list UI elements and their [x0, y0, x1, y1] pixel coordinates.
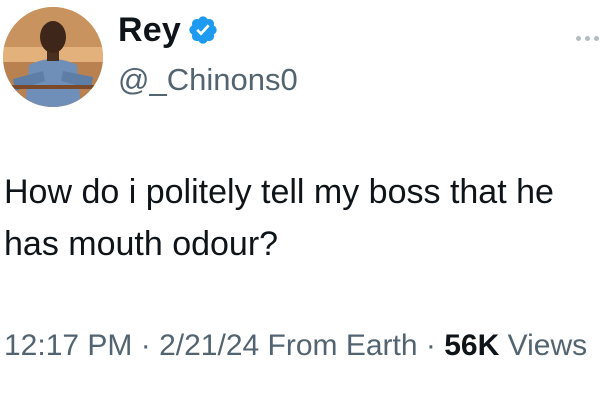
more-options-icon[interactable]	[576, 36, 599, 41]
dot	[585, 36, 590, 41]
dot	[594, 36, 599, 41]
separator: ·	[132, 329, 160, 362]
dot	[576, 36, 581, 41]
tweet-text: How do i politely tell my boss that he h…	[4, 173, 554, 263]
views-count[interactable]: 56K	[444, 329, 499, 362]
tweet-time[interactable]: 12:17 PM	[4, 329, 132, 362]
separator: ·	[417, 329, 445, 362]
display-name[interactable]: Rey	[118, 13, 181, 47]
tweet-source: From Earth	[267, 329, 418, 362]
tweet-date[interactable]: 2/21/24	[159, 329, 259, 362]
views-label: Views	[507, 329, 588, 362]
profile-photo	[3, 7, 103, 107]
avatar[interactable]	[3, 7, 103, 107]
tweet-meta: 12:17 PM · 2/21/24 From Earth · 56K View…	[4, 324, 599, 368]
verified-badge-icon[interactable]	[187, 14, 219, 46]
author-handle[interactable]: @_Chinons0	[118, 64, 298, 95]
author-name-row: Rey	[118, 13, 219, 47]
